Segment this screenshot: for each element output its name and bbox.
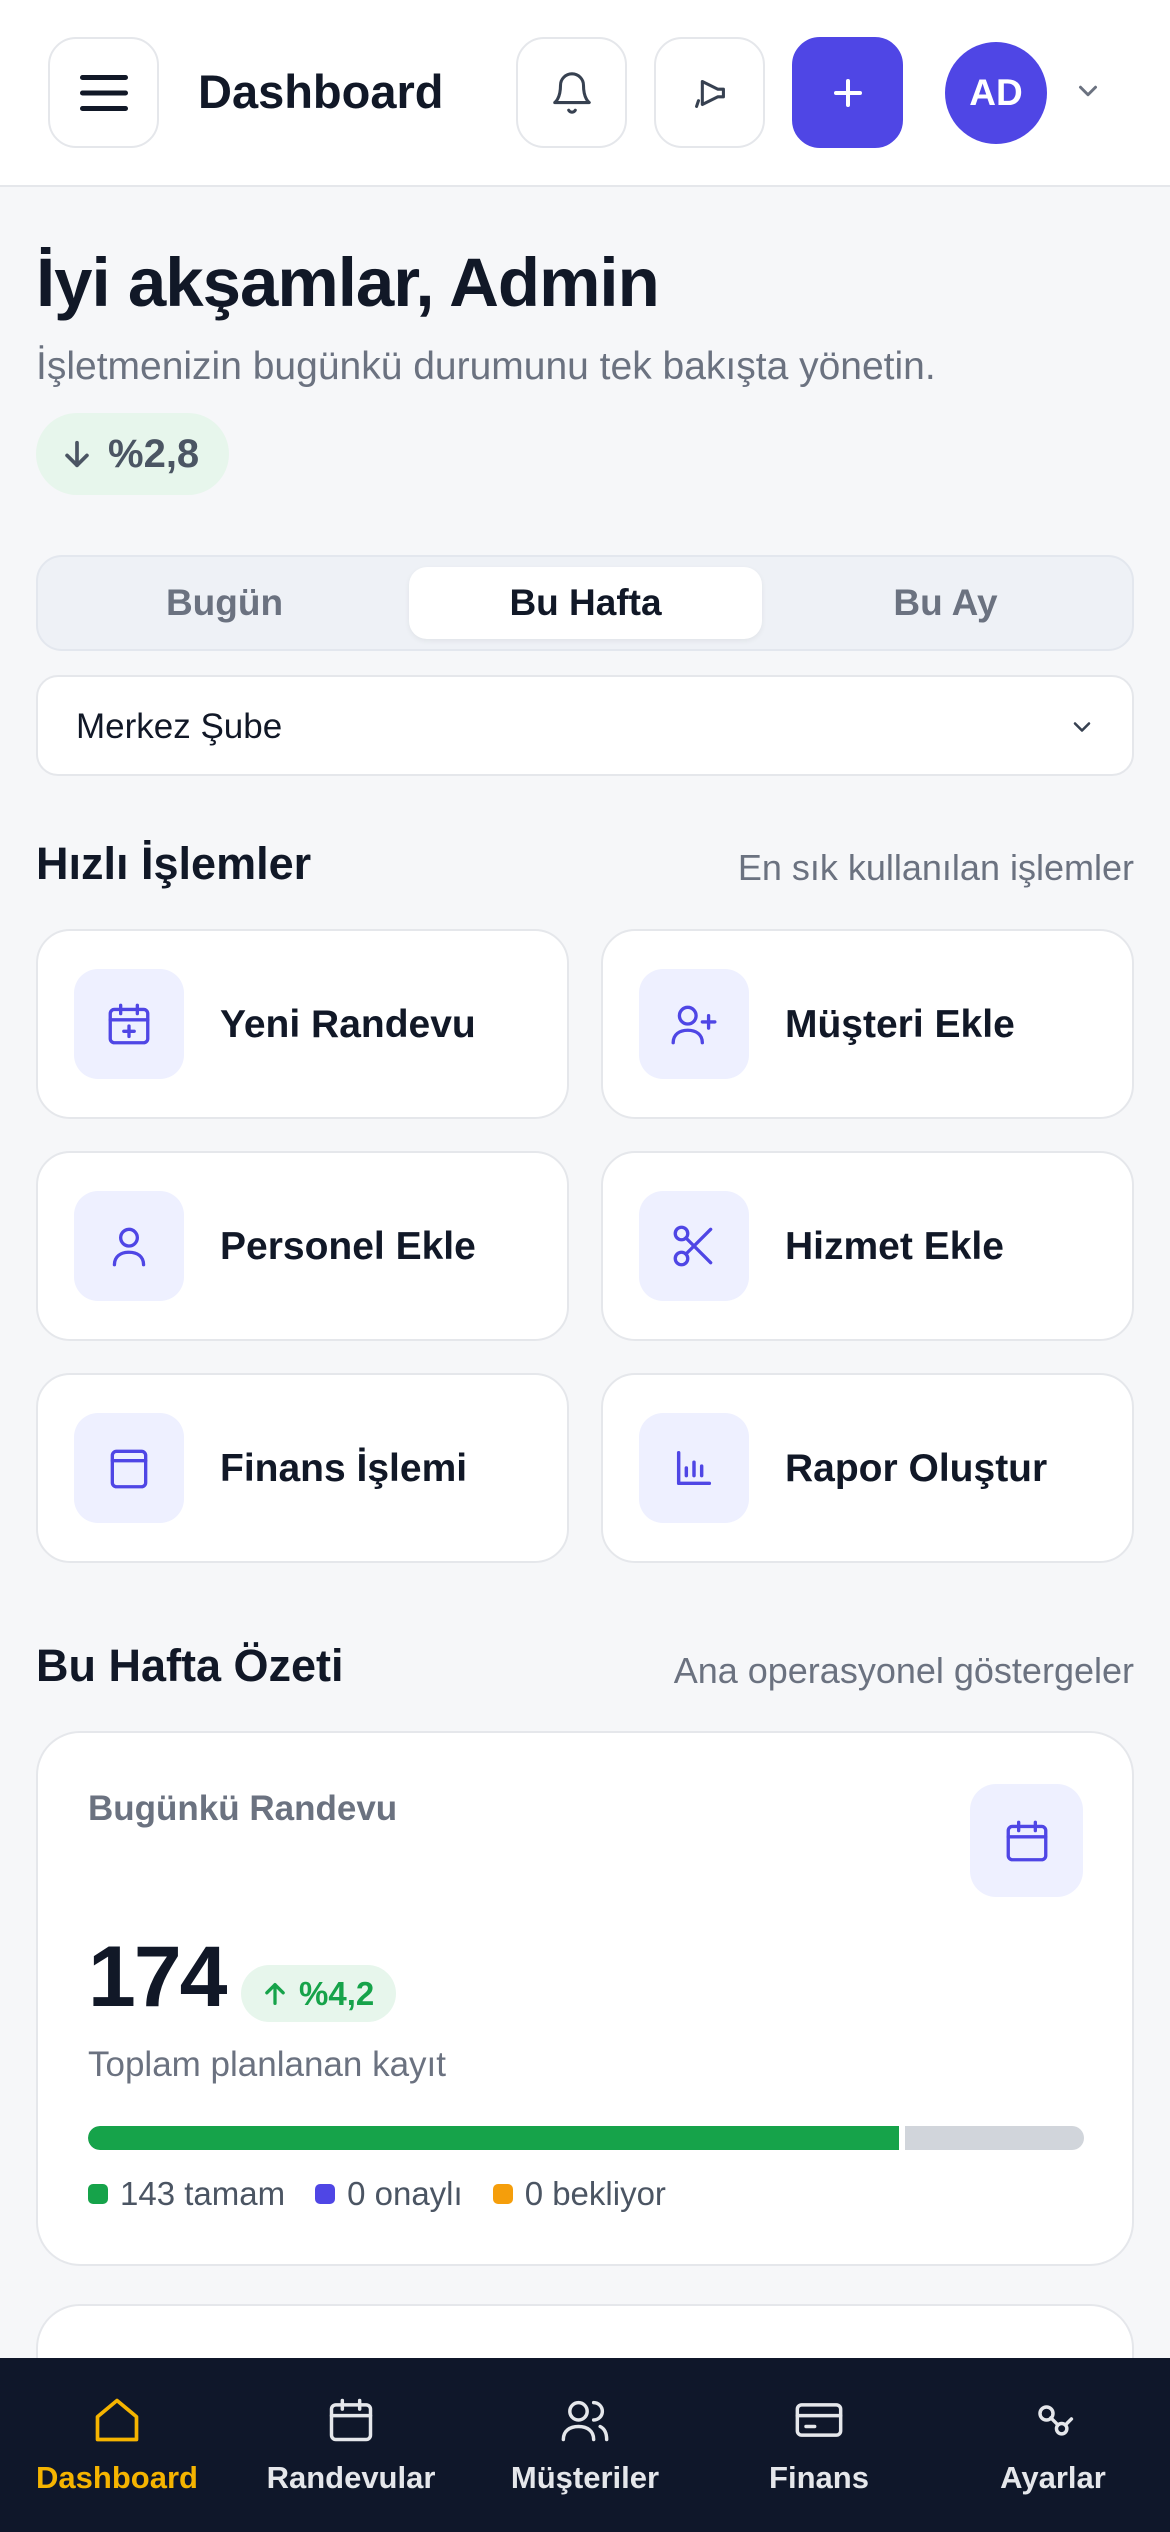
progress-bar-fill — [88, 2126, 905, 2150]
card-trend-badge: %4,2 — [241, 1965, 397, 2022]
top-bar: Dashboard AD — [0, 0, 1170, 187]
nav-label: Dashboard — [36, 2460, 198, 2495]
chevron-down-icon — [1079, 85, 1097, 97]
page-title: Dashboard — [198, 65, 444, 118]
nav-label: Finans — [769, 2460, 869, 2495]
branch-select[interactable]: Merkez Şube — [36, 675, 1134, 776]
legend-swatch — [315, 2184, 336, 2204]
greeting-trend-badge: %2,8 — [36, 413, 230, 495]
quick-action-label: Personel Ekle — [220, 1225, 476, 1268]
quick-action-finance[interactable]: Finans İşlemi — [36, 1373, 569, 1563]
tab-today[interactable]: Bugün — [48, 567, 401, 639]
user-menu-toggle[interactable] — [1073, 76, 1103, 111]
nav-item-appointments[interactable]: Randevular — [234, 2358, 468, 2532]
megaphone-icon — [694, 79, 725, 108]
legend-item-pending: 0 bekliyor — [492, 2175, 666, 2213]
bell-icon — [552, 71, 591, 114]
announcements-button[interactable] — [654, 37, 765, 148]
quick-action-label: Yeni Randevu — [220, 1003, 476, 1046]
avatar-initials: AD — [969, 72, 1023, 113]
nav-label: Randevular — [266, 2460, 436, 2495]
legend-item-confirmed: 0 onaylı — [315, 2175, 463, 2213]
quick-actions-hint: En sık kullanılan işlemler — [737, 847, 1134, 888]
appointments-summary-card[interactable]: Bugünkü Randevu 174 %4,2 Toplam planlana… — [36, 1731, 1134, 2266]
arrow-down-icon — [65, 440, 89, 468]
calendar-icon — [970, 1784, 1083, 1897]
card-description: Toplam planlanan kayıt — [88, 2045, 446, 2084]
arrow-up-icon — [265, 1982, 285, 2005]
add-button[interactable] — [792, 37, 903, 148]
legend-label: 143 tamam — [120, 2175, 286, 2212]
user-plus-icon — [639, 969, 749, 1079]
quick-action-new-appointment[interactable]: Yeni Randevu — [36, 929, 569, 1119]
nav-item-customers[interactable]: Müşteriler — [468, 2358, 702, 2532]
quick-action-label: Hizmet Ekle — [785, 1225, 1004, 1268]
nav-item-settings[interactable]: Ayarlar — [936, 2358, 1170, 2532]
card-value: 174 — [88, 1929, 227, 2025]
greeting-trend-value: %2,8 — [108, 431, 200, 476]
greeting-subtitle: İşletmenizin bugünkü durumunu tek bakışt… — [36, 345, 936, 388]
user-avatar[interactable]: AD — [945, 42, 1047, 144]
card-label: Bugünkü Randevu — [88, 1789, 398, 1828]
nav-label: Müşteriler — [510, 2460, 660, 2495]
hamburger-icon — [79, 74, 128, 111]
wallet-icon — [74, 1413, 184, 1523]
quick-action-add-staff[interactable]: Personel Ekle — [36, 1151, 569, 1341]
tab-today-label: Bugün — [165, 582, 284, 623]
legend-swatch — [88, 2184, 108, 2204]
summary-hint: Ana operasyonel göstergeler — [673, 1650, 1134, 1691]
period-segmented-control: Bugün Bu Hafta Bu Ay — [36, 555, 1134, 651]
bottom-navigation: Dashboard Randevular Müşteriler Finans A… — [0, 2358, 1170, 2532]
quick-action-label: Rapor Oluştur — [785, 1447, 1048, 1490]
quick-action-add-service[interactable]: Hizmet Ekle — [601, 1151, 1134, 1341]
menu-button[interactable] — [48, 37, 159, 148]
credit-card-icon — [795, 2403, 843, 2437]
quick-action-label: Finans İşlemi — [220, 1447, 468, 1490]
legend-label: 0 onaylı — [347, 2175, 463, 2212]
legend-swatch — [492, 2184, 513, 2204]
legend-label: 0 bekliyor — [524, 2175, 666, 2212]
tab-this-month-label: Bu Ay — [893, 582, 998, 623]
users-icon — [561, 2400, 609, 2442]
progress-bar — [88, 2126, 1084, 2150]
nav-item-dashboard[interactable]: Dashboard — [0, 2358, 234, 2532]
nav-label: Ayarlar — [1000, 2460, 1106, 2495]
legend-item-completed: 143 tamam — [88, 2175, 285, 2213]
tab-this-week[interactable]: Bu Hafta — [409, 567, 762, 639]
chevron-down-icon — [1073, 722, 1091, 732]
calendar-icon — [329, 2398, 373, 2442]
scissors-icon — [639, 1191, 749, 1301]
tab-this-month[interactable]: Bu Ay — [769, 567, 1122, 639]
tab-this-week-label: Bu Hafta — [509, 582, 662, 623]
branch-select-value: Merkez Şube — [76, 707, 283, 746]
progress-legend: 143 tamam 0 onaylı 0 bekliyor — [88, 2175, 666, 2213]
quick-action-label: Müşteri Ekle — [785, 1003, 1015, 1046]
bar-chart-icon — [639, 1413, 749, 1523]
quick-action-create-report[interactable]: Rapor Oluştur — [601, 1373, 1134, 1563]
nav-item-finance[interactable]: Finans — [702, 2358, 936, 2532]
plus-icon — [833, 78, 862, 107]
user-icon — [74, 1191, 184, 1301]
card-trend-value: %4,2 — [299, 1974, 375, 2012]
quick-actions-title: Hızlı İşlemler — [36, 838, 312, 889]
notifications-button[interactable] — [516, 37, 627, 148]
greeting-title: İyi akşamlar, Admin — [36, 244, 660, 321]
settings-icon — [1038, 2405, 1074, 2436]
calendar-plus-icon — [74, 969, 184, 1079]
home-icon — [95, 2398, 139, 2442]
summary-title: Bu Hafta Özeti — [36, 1640, 344, 1691]
quick-action-add-customer[interactable]: Müşteri Ekle — [601, 929, 1134, 1119]
